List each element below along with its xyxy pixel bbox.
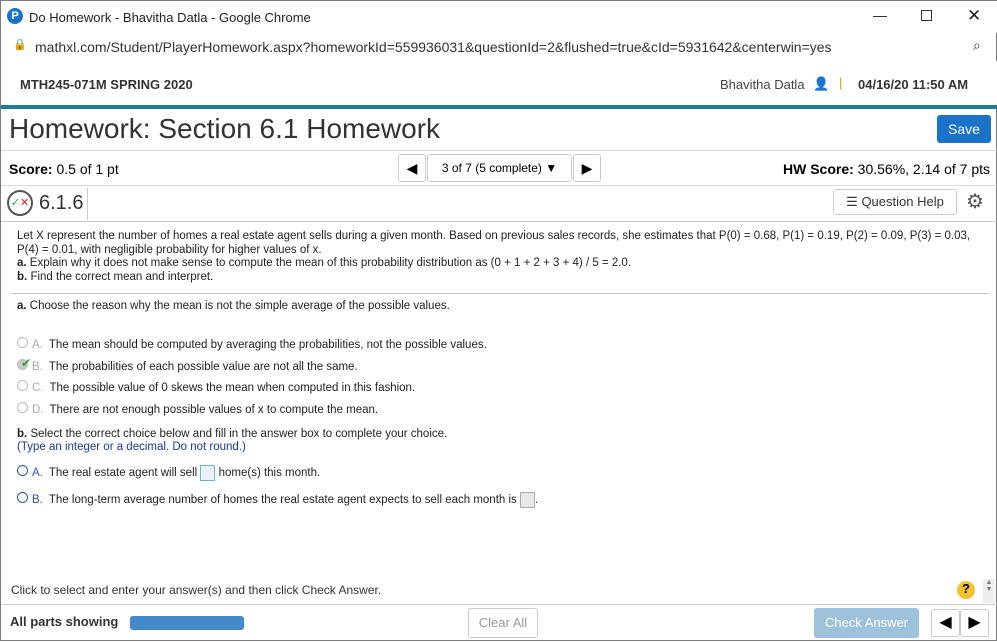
course-bar: MTH245-071M SPRING 2020 Bhavitha Datla 👤… — [1, 61, 997, 105]
url[interactable]: mathxl.com/Student/PlayerHomework.aspx?h… — [35, 39, 832, 55]
instruction-text: Click to select and enter your answer(s)… — [11, 583, 382, 597]
scrollbar[interactable]: ▲ ▼ — [983, 579, 995, 603]
save-button[interactable]: Save — [937, 115, 991, 143]
check-answer-button[interactable]: Check Answer — [814, 608, 919, 638]
progress-bar — [130, 616, 244, 630]
user-icon: 👤 — [813, 76, 830, 91]
settings-gear-icon[interactable]: ⚙ — [966, 189, 984, 214]
minimize-button[interactable]: — — [873, 7, 887, 23]
footer: All parts showing Clear All Check Answer… — [1, 604, 997, 642]
lock-icon: 🔒 — [13, 39, 27, 51]
zoom-icon[interactable]: ⌕ — [973, 37, 981, 54]
app-icon: P — [7, 8, 23, 24]
option-b-b[interactable]: B. The long-term average number of homes … — [17, 492, 538, 508]
help-icon[interactable]: ? — [957, 581, 975, 599]
score-label: Score: — [9, 161, 53, 177]
option-b[interactable]: ✔ B. The probabilities of each possible va… — [17, 356, 487, 379]
option-b-a[interactable]: A. The real estate agent will sell home(s… — [17, 465, 320, 481]
prev-button[interactable]: ◀ — [931, 609, 960, 637]
title-bar: P Do Homework - Bhavitha Datla - Google … — [1, 1, 997, 33]
question-nav-dropdown[interactable]: 3 of 7 (5 complete) ▼ — [427, 154, 572, 182]
question-header: ✓✕ 6.1.6 ☰ Question Help ⚙ — [1, 186, 997, 222]
partial-credit-icon: ✓✕ — [7, 190, 33, 216]
option-d[interactable]: D. There are not enough possible values o… — [17, 400, 487, 422]
question-help-button[interactable]: ☰ Question Help — [833, 189, 957, 215]
question-intro: Let X represent the number of homes a re… — [17, 230, 971, 256]
hw-score-label: HW Score: — [782, 161, 854, 177]
clear-all-button[interactable]: Clear All — [468, 608, 538, 638]
prev-question-button[interactable]: ◀ — [398, 154, 426, 182]
answer-input-b[interactable] — [520, 492, 536, 508]
question-text: Let X represent the number of homes a re… — [17, 230, 982, 284]
parts-label: All parts showing — [10, 614, 119, 629]
page-title: Homework: Section 6.1 Homework — [9, 113, 441, 144]
maximize-button[interactable] — [921, 10, 932, 21]
hw-score-value: 30.56%, 2.14 of 7 pts — [857, 161, 990, 177]
score-value: 0.5 of 1 pt — [56, 161, 119, 177]
accent-bar — [1, 105, 997, 109]
datetime: 04/16/20 11:50 AM — [858, 77, 969, 92]
score-bar: Score: 0.5 of 1 pt ◀ 3 of 7 (5 complete)… — [1, 150, 997, 186]
course-name: MTH245-071M SPRING 2020 — [20, 77, 193, 92]
window-title: Do Homework - Bhavitha Datla - Google Ch… — [29, 10, 311, 25]
user-name[interactable]: Bhavitha Datla — [720, 77, 805, 92]
check-icon: ✔ — [21, 355, 32, 370]
question-nav-label: 3 of 7 (5 complete) — [441, 161, 542, 175]
part-b-hint: (Type an integer or a decimal. Do not ro… — [17, 441, 246, 453]
option-a[interactable]: A. The mean should be computed by averagi… — [17, 335, 487, 357]
question-help-label: Question Help — [861, 194, 944, 209]
part-a-options: A. The mean should be computed by averagi… — [17, 335, 487, 421]
answer-input-a[interactable] — [200, 465, 216, 481]
question-part-a-text: Explain why it does not make sense to co… — [29, 257, 632, 269]
next-question-button[interactable]: ▶ — [573, 154, 601, 182]
part-a-prompt: Choose the reason why the mean is not th… — [29, 300, 450, 312]
close-button[interactable]: ✕ — [967, 6, 981, 26]
question-part-b-text: Find the correct mean and interpret. — [30, 270, 214, 283]
next-button[interactable]: ▶ — [960, 609, 989, 637]
option-c[interactable]: C. The possible value of 0 skews the mean… — [17, 378, 487, 400]
question-number: 6.1.6 — [39, 192, 84, 214]
address-bar[interactable]: 🔒 mathxl.com/Student/PlayerHomework.aspx… — [1, 33, 997, 61]
part-b-prompt: Select the correct choice below and fill… — [30, 428, 448, 440]
